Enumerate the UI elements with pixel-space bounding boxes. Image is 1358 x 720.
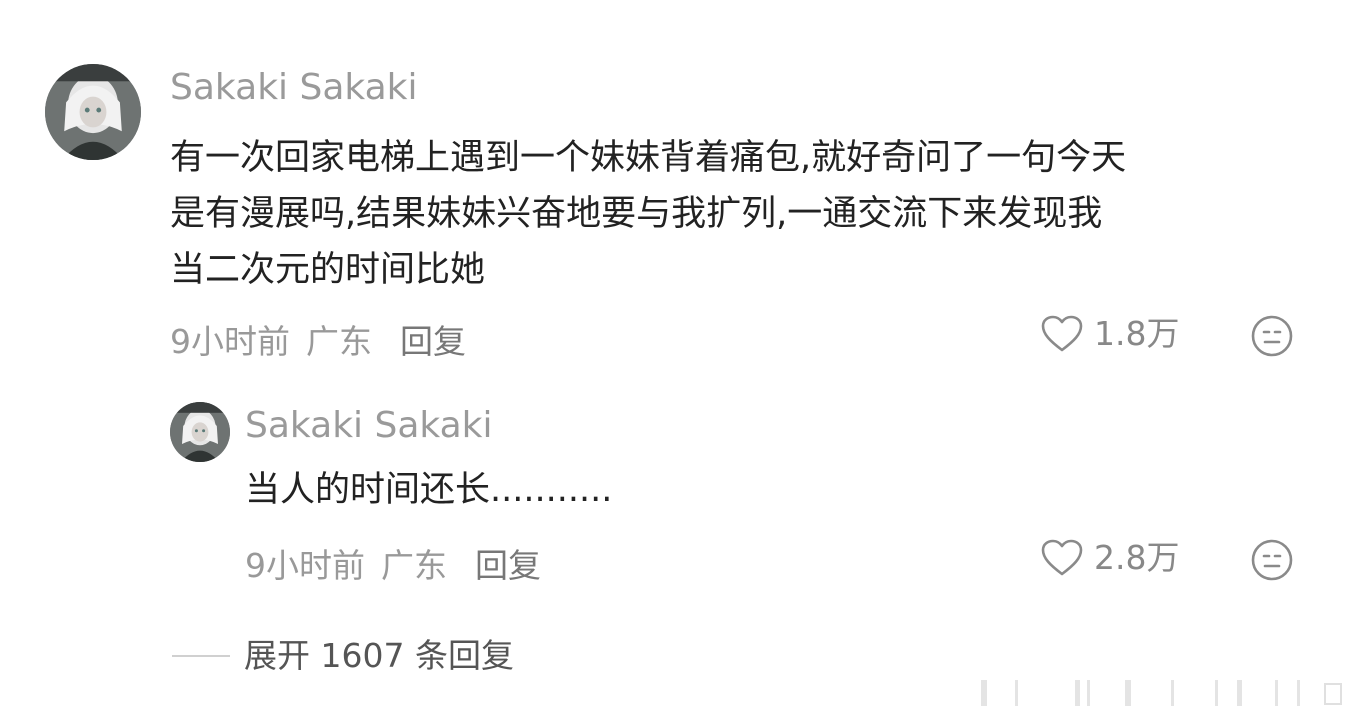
reply-location: 广东 [381,546,447,585]
comment-text-line-3: 当二次元的时间比她 [170,250,486,290]
watermark-pattern [981,680,1342,706]
reply-time: 9小时前 [245,546,365,585]
reply-reply-button[interactable]: 回复 [475,546,541,586]
comment-like-count: 1.8万 [1094,314,1180,353]
comment-text-line-2: 是有漫展吗,结果妹妹兴奋地要与我扩列,一通交流下来发现我 [170,194,1103,234]
reply-avatar[interactable] [170,402,230,462]
meh-face-icon [1251,539,1293,581]
comment-location: 广东 [306,322,372,361]
comment-dislike-button[interactable] [1250,314,1294,358]
reply-like-count: 2.8万 [1094,538,1180,577]
heart-outline-icon [1041,315,1083,352]
avatar-image [45,64,141,160]
comment-meta: 9小时前 广东 回复 [170,322,466,362]
avatar-image [170,402,230,462]
reply-dislike-button[interactable] [1250,538,1294,582]
expand-divider [172,655,230,657]
reply-username[interactable]: Sakaki Sakaki [245,404,493,448]
heart-outline-icon [1041,539,1083,576]
reply-like-button[interactable]: 2.8万 [1040,538,1179,578]
reply-meta: 9小时前 广东 回复 [245,546,541,586]
comment-text-line-1: 有一次回家电梯上遇到一个妹妹背着痛包,就好奇问了一句今天 [170,138,1127,178]
comment-thread: Sakaki Sakaki 有一次回家电梯上遇到一个妹妹背着痛包,就好奇问了一句… [0,0,1358,720]
comment-time: 9小时前 [170,322,290,361]
reply-text: 当人的时间还长........... [245,470,613,510]
expand-replies-label: 展开 1607 条回复 [244,636,514,675]
meh-face-icon [1251,315,1293,357]
avatar[interactable] [45,64,141,160]
expand-replies-button[interactable]: 展开 1607 条回复 [172,634,514,678]
comment-like-button[interactable]: 1.8万 [1040,314,1179,354]
comment-reply-button[interactable]: 回复 [400,322,466,362]
comment-username[interactable]: Sakaki Sakaki [170,66,418,110]
